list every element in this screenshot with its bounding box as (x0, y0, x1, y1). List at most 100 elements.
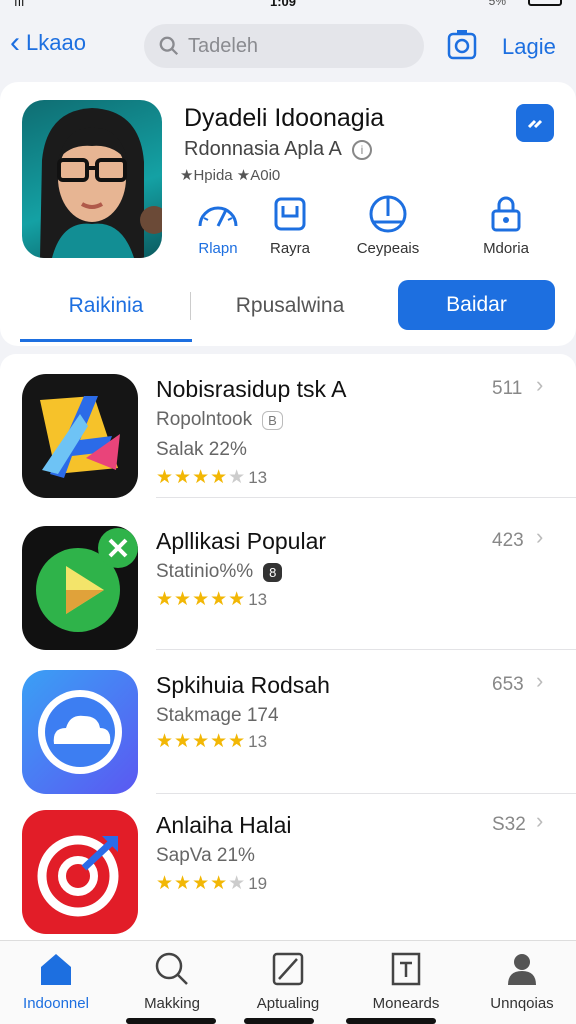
speedometer-icon (198, 206, 238, 227)
app-meta: Statinio%% 8 (156, 561, 283, 583)
tab-documents[interactable]: Moneards (356, 949, 456, 1012)
app-developer: Stakmage 174 (156, 705, 279, 726)
battery-percent: 5% (488, 0, 506, 8)
rating-stars: ★★★★★ 13 (156, 589, 268, 610)
info-icon[interactable]: i (351, 139, 372, 160)
app-discount: Salak 22% (156, 439, 247, 460)
back-button[interactable]: ‹ Lkaao (10, 28, 86, 58)
signal-indicator: ııl (14, 0, 25, 9)
lock-icon (491, 196, 521, 232)
age-badge: B (262, 410, 283, 430)
divider (156, 497, 576, 498)
segment-tabs: Raikinia Rpusalwina Baidar (0, 278, 576, 342)
age-badge: 8 (263, 562, 283, 582)
play-icon[interactable] (22, 526, 138, 650)
home-icon (41, 954, 71, 985)
list-item[interactable]: Anlaiha Halai SapVa 21% ★★★★★ 19 S32 › (0, 790, 576, 934)
document-icon (391, 952, 421, 986)
tab-updates[interactable]: Aptualing (238, 949, 338, 1012)
camera-icon (447, 30, 477, 60)
login-link[interactable]: Lagie (502, 34, 556, 60)
list-item[interactable]: Spkihuia Rodsah Stakmage 174 ★★★★★ 13 653… (0, 650, 576, 794)
action-speed[interactable]: Rlapn (178, 194, 258, 257)
rating-count: 13 (248, 732, 268, 751)
person-icon (508, 954, 536, 985)
chevron-right-icon[interactable]: › (536, 524, 543, 550)
action-lock[interactable]: Mdoria (466, 194, 546, 257)
app-rank: 653 (492, 674, 524, 695)
nav-bar: ‹ Lkaao Tadeleh Lagie (0, 16, 576, 74)
featured-actions: Rlapn Rayra Ceypeais Mdoria (178, 194, 558, 264)
app-name[interactable]: Spkihuia Rodsah (156, 672, 330, 699)
rating-count: 13 (248, 468, 268, 487)
featured-app-avatar[interactable] (22, 100, 162, 258)
action-globe[interactable]: Ceypeais (348, 194, 428, 257)
action-label: Mdoria (483, 240, 529, 257)
rating-stars: ★★★★★ 19 (156, 873, 268, 894)
list-item[interactable]: Nobisrasidup tsk A Ropolntook B Salak 22… (0, 354, 576, 498)
app-developer: Statinio%% (156, 561, 254, 582)
tab-profile[interactable]: Unnqoias (472, 949, 572, 1012)
featured-app-rating: ★Hpida ★A0i0 (180, 167, 281, 184)
globe-icon (369, 195, 407, 233)
action-label: Ceypeais (356, 240, 420, 257)
app-meta: Stakmage 174 (156, 705, 279, 727)
rating-stars: ★★★★★ 13 (156, 731, 268, 752)
rating-count: 13 (248, 590, 268, 609)
app-rank: 423 (492, 530, 524, 551)
tab-ranking[interactable]: Raikinia (20, 278, 192, 342)
chevron-right-icon[interactable]: › (536, 668, 543, 694)
search-placeholder: Tadeleh (188, 34, 259, 57)
featured-app-subtitle: Rdonnasia Apla A i (184, 138, 372, 161)
tab-popular[interactable]: Rpusalwina (210, 278, 370, 334)
app-rank: 511 (492, 378, 523, 399)
search-input[interactable]: Tadeleh (144, 24, 424, 68)
tab-label: Indoonnel (23, 995, 89, 1012)
app-rank: S32 (492, 814, 526, 835)
app-name[interactable]: Apllikasi Popular (156, 528, 326, 555)
app-developer: Ropolntook (156, 409, 253, 430)
tab-label: Moneards (372, 995, 440, 1012)
bottom-tab-bar: Indoonnel Makking Aptualing Moneards Unn… (0, 940, 576, 1024)
featured-app-developer: Rdonnasia Apla A (184, 138, 342, 160)
arrow-a-icon[interactable] (22, 374, 138, 498)
app-list: Nobisrasidup tsk A Ropolntook B Salak 22… (0, 354, 576, 940)
target-icon[interactable] (22, 810, 138, 934)
share-button[interactable] (516, 104, 554, 142)
tab-label: Aptualing (256, 995, 320, 1012)
bag-icon (274, 197, 306, 231)
action-label: Rayra (269, 240, 310, 257)
chevron-left-icon: ‹ (10, 26, 20, 59)
action-bag[interactable]: Rayra (250, 194, 330, 257)
tab-label: Unnqoias (490, 995, 554, 1012)
action-label: Rlapn (198, 240, 238, 257)
featured-app-card: Dyadeli Idoonagia Rdonnasia Apla A i ★Hp… (0, 82, 576, 346)
rating-stars: ★★★★★ 13 (156, 467, 268, 488)
edit-icon (272, 952, 304, 986)
home-indicator (244, 1018, 314, 1024)
home-indicator (126, 1018, 216, 1024)
featured-app-title[interactable]: Dyadeli Idoonagia (184, 104, 384, 133)
chevron-right-icon[interactable]: › (536, 372, 543, 398)
tab-search[interactable]: Makking (122, 949, 222, 1012)
cloud-icon[interactable] (22, 670, 138, 794)
rating-count: 19 (248, 874, 268, 893)
chevron-right-icon[interactable]: › (536, 808, 543, 834)
battery-icon (528, 0, 562, 6)
list-item[interactable]: Apllikasi Popular Statinio%% 8 ★★★★★ 13 4… (0, 506, 576, 650)
tab-home[interactable]: Indoonnel (6, 949, 106, 1012)
app-meta: Ropolntook B (156, 409, 283, 431)
app-name[interactable]: Anlaiha Halai (156, 812, 292, 839)
search-icon (159, 36, 179, 56)
app-developer: SapVa 21% (156, 845, 255, 866)
tab-divider (190, 292, 191, 320)
clock: 1:09 (270, 0, 297, 9)
home-indicator (346, 1018, 436, 1024)
app-name[interactable]: Nobisrasidup tsk A (156, 376, 346, 403)
camera-button[interactable] (446, 28, 478, 67)
tab-label: Makking (144, 995, 200, 1012)
status-bar: ııl 1:09 5% (0, 0, 576, 12)
tab-categories-button[interactable]: Baidar (398, 280, 555, 330)
back-label: Lkaao (26, 30, 86, 55)
search-icon (155, 952, 188, 985)
